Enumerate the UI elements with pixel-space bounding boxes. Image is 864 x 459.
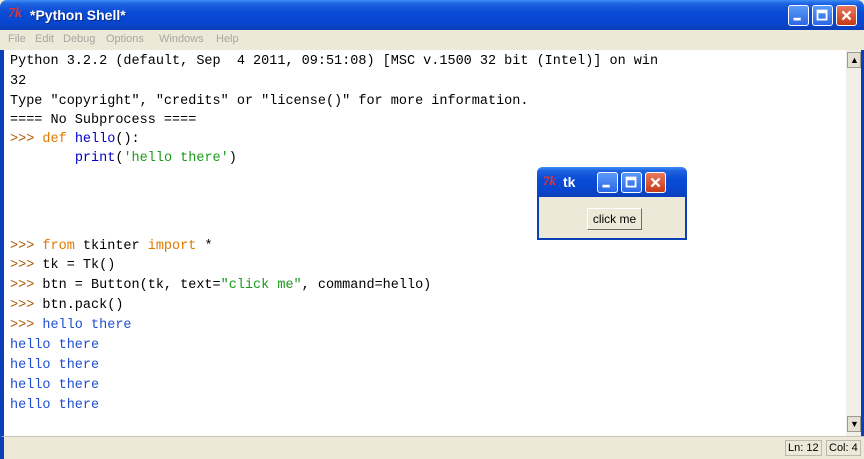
function-name: hello [74,132,116,147]
minimize-icon [602,184,610,188]
tk-window: 7k tk click me [537,167,687,240]
code-line: >>> btn.pack() [10,296,123,316]
code-text: tk = Tk() [42,258,116,273]
output-line: hello there [10,378,100,393]
code-text: (): [115,132,140,147]
prompt: >>> [10,318,43,333]
prompt: >>> [10,258,43,273]
shell-text-area[interactable]: Python 3.2.2 (default, Sep 4 2011, 09:51… [0,50,846,436]
output-line: >>> hello there [10,316,132,336]
line-indicator: Ln: 12 [785,440,822,456]
close-icon [650,177,661,188]
code-line: >>> from tkinter import * [10,237,213,257]
title-bar[interactable]: 7k *Python Shell* [0,0,864,30]
prompt: >>> [10,298,43,313]
banner-line: 32 [10,74,27,89]
click-me-button[interactable]: click me [587,208,642,230]
code-text: btn = Button(tk, text= [42,278,221,293]
maximize-icon [625,176,637,188]
string-literal: "click me" [220,278,302,293]
code-line: print('hello there') [10,149,237,169]
builtin-name: print [74,151,116,166]
window-title: *Python Shell* [30,7,126,23]
output-line: hello there [10,398,100,413]
prompt: >>> [10,278,43,293]
close-icon [841,10,852,21]
subprocess-line: ==== No Subprocess ==== [10,113,197,128]
arrow-up-icon: ▲ [850,55,859,65]
prompt: >>> [10,239,43,254]
keyword: import [147,239,197,254]
menu-options[interactable]: Options [106,33,144,45]
tk-logo-icon: 7k [8,6,22,21]
tk-close-button[interactable] [645,172,666,193]
menu-windows[interactable]: Windows [159,33,204,45]
banner-line: Type "copyright", "credits" or "license(… [10,94,529,109]
banner-line: Python 3.2.2 (default, Sep 4 2011, 09:51… [10,54,659,69]
status-bar: Ln: 12 Col: 4 [0,436,864,459]
maximize-button[interactable] [812,5,833,26]
code-text: btn.pack() [42,298,124,313]
output-line: hello there [10,338,100,353]
column-indicator: Col: 4 [826,440,861,456]
arrow-down-icon: ▼ [850,419,859,429]
tk-minimize-button[interactable] [597,172,618,193]
output-line: hello there [10,358,100,373]
menu-edit[interactable]: Edit [35,33,54,45]
close-button[interactable] [836,5,857,26]
minimize-button[interactable] [788,5,809,26]
code-line: >>> tk = Tk() [10,256,115,276]
scroll-up-button[interactable]: ▲ [847,52,861,68]
output-text: hello there [42,318,132,333]
code-text: * [196,239,213,254]
code-text: tkinter [74,239,148,254]
keyword: def [42,132,67,147]
code-text: , command=hello) [301,278,432,293]
tk-maximize-button[interactable] [621,172,642,193]
tk-title-bar[interactable]: 7k tk [537,167,687,197]
prompt: >>> [10,132,43,147]
menu-debug[interactable]: Debug [63,33,95,45]
scroll-down-button[interactable]: ▼ [847,416,861,432]
menu-file[interactable]: File [8,33,26,45]
code-text: ) [228,151,237,166]
maximize-icon [816,9,828,21]
tk-logo-icon: 7k [543,173,556,188]
minimize-icon [793,17,801,21]
tk-window-title: tk [563,174,576,190]
code-line: >>> def hello(): [10,130,140,150]
code-line: >>> btn = Button(tk, text="click me", co… [10,276,431,296]
vertical-scrollbar[interactable]: ▲ ▼ [846,50,864,436]
string-literal: 'hello there' [123,151,229,166]
keyword: from [42,239,75,254]
menu-help[interactable]: Help [216,33,239,45]
menu-bar: File Edit Debug Options Windows Help [0,30,864,50]
